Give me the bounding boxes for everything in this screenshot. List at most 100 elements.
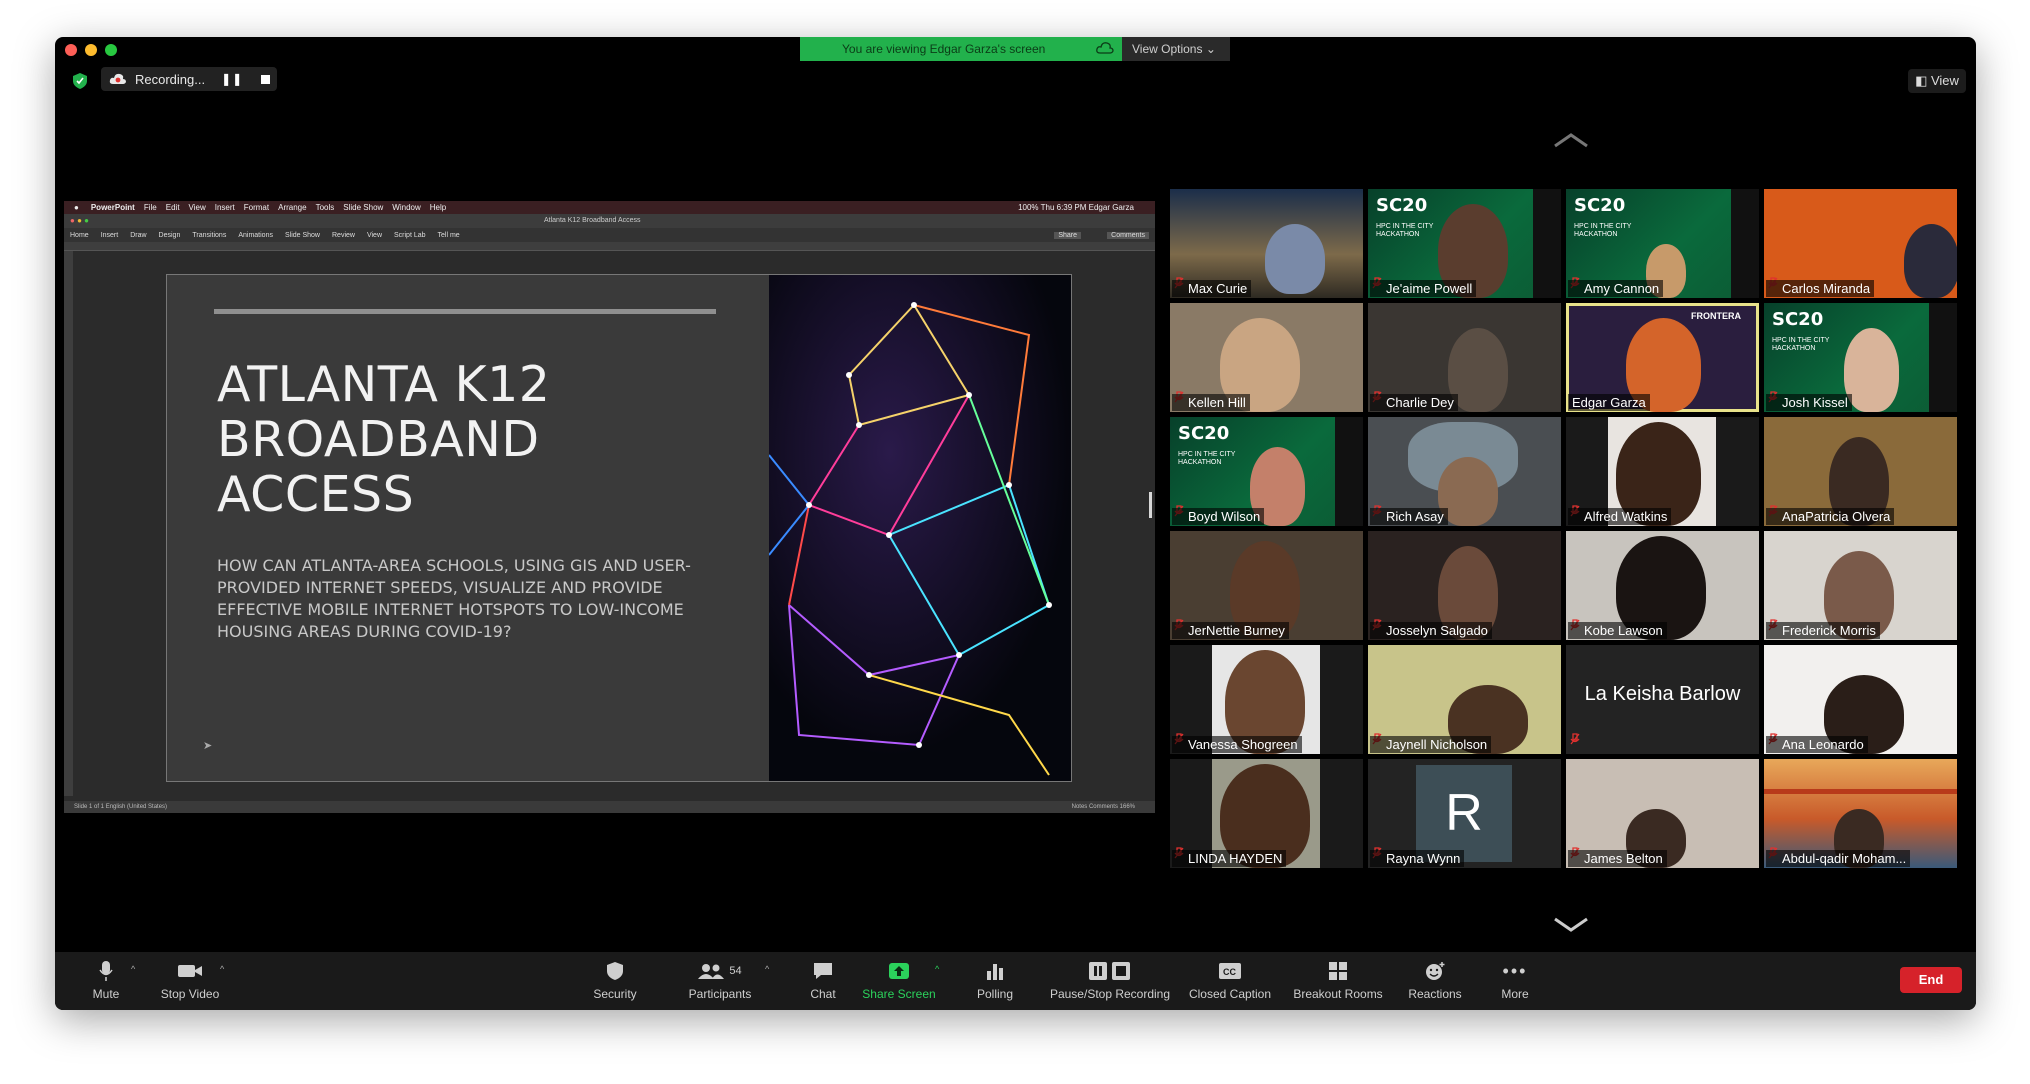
chat-bubble-icon [803,958,843,984]
video-tile[interactable]: Abdul-qadir Moham... [1764,759,1957,868]
ribbon-animations[interactable]: Animations [238,232,273,239]
mute-label: Mute [92,987,120,1001]
ribbon-slideshow[interactable]: Slide Show [285,232,320,239]
sponsor-strip [1533,189,1561,298]
video-tile[interactable]: AnaPatricia Olvera [1764,417,1957,526]
grid-view-icon: ◧ [1915,73,1931,88]
video-tile[interactable]: Rich Asay [1368,417,1561,526]
participant-name: Abdul-qadir Moham... [1766,850,1911,867]
view-button[interactable]: ◧ View [1908,69,1966,93]
participants-options-caret[interactable]: ^ [765,964,769,974]
ribbon-tellme[interactable]: Tell me [438,232,460,239]
ribbon-scriptlab[interactable]: Script Lab [394,232,426,239]
cloud-icon [1096,42,1114,54]
smiley-icon [1400,958,1470,984]
ribbon-draw[interactable]: Draw [130,232,146,239]
meeting-toolbar: Mute ^ Stop Video ^ Security 54 Particip… [55,952,1976,1010]
video-tile[interactable]: Kellen Hill [1170,303,1363,412]
video-tile[interactable]: SC20 HPC IN THE CITY HACKATHON Je'aime Po… [1368,189,1561,298]
chevron-up-icon[interactable] [1553,132,1589,148]
pause-recording-icon[interactable]: ❚❚ [221,72,243,86]
participant-name: Boyd Wilson [1172,508,1265,525]
reactions-button[interactable]: Reactions [1400,958,1470,1001]
participant-count: 54 [729,965,742,977]
view-options-button[interactable]: View Options ⌄ [1122,37,1230,61]
breakout-rooms-button[interactable]: Breakout Rooms [1288,958,1388,1001]
slide-title-bar [214,309,716,314]
video-options-caret[interactable]: ^ [220,964,224,974]
chevron-down-icon[interactable] [1553,917,1589,933]
participants-button[interactable]: 54 Participants [675,958,765,1001]
ribbon-review[interactable]: Review [332,232,355,239]
video-tile[interactable]: Ana Leonardo [1764,645,1957,754]
video-tile-active-speaker[interactable]: FRONTERA Edgar Garza [1566,303,1759,412]
video-tile[interactable]: Kobe Lawson [1566,531,1759,640]
stop-video-button[interactable]: Stop Video [155,958,225,1001]
participant-name: Kobe Lawson [1568,622,1667,639]
ppt-share-button[interactable]: Share [1054,231,1081,239]
participants-label: Participants [688,987,752,1001]
ribbon-view[interactable]: View [367,232,382,239]
stop-recording-icon[interactable] [261,74,271,84]
participant-name: Ana Leonardo [1766,736,1868,753]
video-tile[interactable]: Frederick Morris [1764,531,1957,640]
close-window-button[interactable] [65,44,77,56]
slide-canvas: ATLANTA K12 BROADBAND ACCESS HOW CAN ATL… [166,274,1072,782]
video-tile[interactable]: Josselyn Salgado [1368,531,1561,640]
viewing-screen-text: You are viewing Edgar Garza's screen [842,42,1046,56]
cloud-recording-icon [109,73,126,84]
video-tile[interactable]: SC20 HPC IN THE CITY HACKATHON Boyd Wilso… [1170,417,1363,526]
avatar-tile[interactable]: R Rayna Wynn [1368,759,1561,868]
zoom-window-button[interactable] [105,44,117,56]
participant-name: Josselyn Salgado [1370,622,1492,639]
shared-screen: ● PowerPoint File Edit View Insert Forma… [64,201,1155,813]
chat-label: Chat [810,987,836,1001]
mute-button[interactable]: Mute [81,958,131,1001]
video-tile[interactable]: LINDA HAYDEN [1170,759,1363,868]
video-tile[interactable]: Alfred Watkins [1566,417,1759,526]
security-button[interactable]: Security [585,958,645,1001]
video-tile[interactable]: James Belton [1566,759,1759,868]
ppt-statusbar: Slide 1 of 1 English (United States) Not… [64,801,1155,813]
video-tile[interactable]: Vanessa Shogreen [1170,645,1363,754]
video-tile[interactable]: Jaynell Nicholson [1368,645,1561,754]
split-view-handle[interactable] [1149,492,1152,518]
muted-mic-icon [1570,732,1580,750]
polling-button[interactable]: Polling [970,958,1020,1001]
video-tile[interactable]: Max Curie [1170,189,1363,298]
participant-name: Max Curie [1172,280,1252,297]
name-only-tile[interactable]: La Keisha Barlow [1566,645,1759,754]
breakout-rooms-label: Breakout Rooms [1293,987,1383,1001]
participant-name: Kellen Hill [1172,394,1250,411]
ppt-ribbon: Home Insert Draw Design Transitions Anim… [64,228,1155,242]
more-label: More [1501,987,1529,1001]
video-tile[interactable]: JerNettie Burney [1170,531,1363,640]
sc20-logo: SC20 [1772,309,1824,330]
minimize-window-button[interactable] [85,44,97,56]
share-screen-label: Share Screen [862,987,936,1001]
ribbon-design[interactable]: Design [159,232,181,239]
video-tile[interactable]: SC20 HPC IN THE CITY HACKATHON Josh Kisse… [1764,303,1957,412]
video-tile[interactable]: Carlos Miranda [1764,189,1957,298]
recording-label: Recording... [135,71,206,87]
share-screen-button[interactable]: Share Screen [859,958,939,1001]
encryption-shield-icon[interactable] [73,73,87,89]
chat-button[interactable]: Chat [803,958,843,1001]
pause-stop-recording-button[interactable]: Pause/Stop Recording [1045,958,1175,1001]
participant-video [1904,224,1957,298]
stop-video-label: Stop Video [160,987,220,1001]
ribbon-home[interactable]: Home [70,232,89,239]
ppt-comments-button[interactable]: Comments [1107,231,1149,239]
ribbon-transitions[interactable]: Transitions [192,232,226,239]
ribbon-insert[interactable]: Insert [101,232,119,239]
audio-options-caret[interactable]: ^ [131,964,135,974]
end-meeting-button[interactable]: End [1900,967,1962,993]
share-options-caret[interactable]: ^ [935,964,939,974]
more-button[interactable]: ••• More [1495,958,1535,1002]
closed-caption-button[interactable]: CC Closed Caption [1185,958,1275,1001]
hpc-text: HPC IN THE CITY HACKATHON [1376,223,1434,238]
video-tile[interactable]: SC20 HPC IN THE CITY HACKATHON Amy Cannon [1566,189,1759,298]
video-tile[interactable]: Charlie Dey [1368,303,1561,412]
avatar: R [1416,765,1512,862]
participant-video [1844,328,1899,412]
